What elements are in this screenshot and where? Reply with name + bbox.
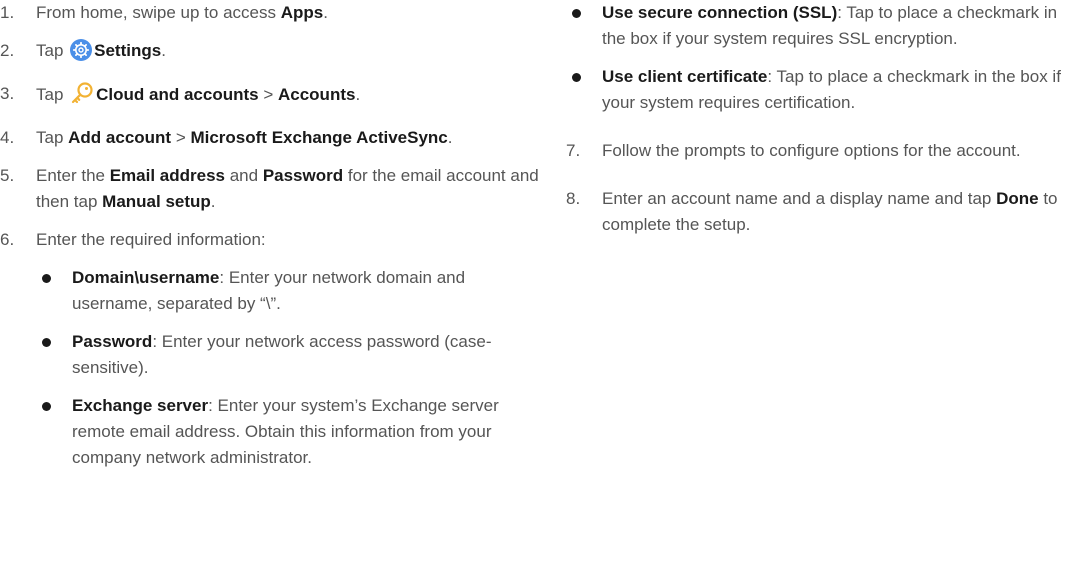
punct: . [355,85,361,104]
step-1: 1. From home, swipe up to access Apps. [0,0,540,26]
step-7: 7. Follow the prompts to configure optio… [566,138,1076,164]
step-2: 2. Tap Settings. [0,38,540,69]
punct: . [161,41,166,60]
list-item: Exchange server: Enter your system’s Exc… [36,393,540,471]
punct: . [447,128,453,147]
step-4: 4. Tap Add account > Microsoft Exchange … [0,125,540,151]
step-number: 6. [0,230,15,249]
add-account-label: Add account [68,128,172,147]
step-text: Follow the prompts to configure options … [602,141,1021,160]
step-text: Enter the [36,166,110,185]
list-item: Domain\username: Enter your network doma… [36,265,540,317]
step-number: 3. [0,84,15,103]
step-text: Tap [36,41,69,60]
exchange-activesync-label: Microsoft Exchange ActiveSync [190,128,448,147]
list-item: Use secure connection (SSL): Tap to plac… [566,0,1076,52]
step-text: and [225,166,263,185]
step-text: Tap [36,128,69,147]
step-text: Tap [36,85,69,104]
password-label: Password [262,166,344,185]
bullet-term: Password [72,332,153,351]
list-item: Use client certificate: Tap to place a c… [566,64,1076,116]
punct: . [210,192,216,211]
step-number: 1. [0,3,15,22]
left-column: 1. From home, swipe up to access Apps. 2… [0,0,540,483]
manual-setup-label: Manual setup [102,192,211,211]
key-icon [70,81,94,113]
email-address-label: Email address [109,166,225,185]
step-number: 7. [566,141,581,160]
settings-gear-icon [70,39,93,69]
step-number: 5. [0,166,15,185]
step-number: 8. [566,189,581,208]
bullet-term: Use client certificate [602,67,768,86]
separator: > [258,85,278,104]
bullet-dot [42,402,51,411]
step-3: 3. Tap Cloud and accounts > Accounts. [0,81,540,113]
list-item: Password: Enter your network access pass… [36,329,540,381]
step-8: 8. Enter an account name and a display n… [566,186,1076,238]
bullet-dot [42,338,51,347]
cloud-accounts-label: Cloud and accounts [96,85,259,104]
separator: > [171,128,191,147]
bullet-term: Use secure connection (SSL) [602,3,838,22]
bullet-dot [42,274,51,283]
step-text: From home, swipe up to access [36,3,281,22]
step-text: Enter the required information: [36,230,266,249]
done-label: Done [996,189,1039,208]
accounts-label: Accounts [277,85,356,104]
bullet-dot [572,73,581,82]
right-column: Use secure connection (SSL): Tap to plac… [566,0,1076,250]
bullet-term: Domain\username [72,268,220,287]
required-info-list: Domain\username: Enter your network doma… [36,265,540,471]
apps-label: Apps [280,3,324,22]
step-number: 4. [0,128,15,147]
bullet-term: Exchange server [72,396,209,415]
settings-label: Settings [94,41,162,60]
punct: . [323,3,328,22]
instructions-page: 1. From home, swipe up to access Apps. 2… [0,0,1087,581]
step-text: Enter an account name and a display name… [602,189,997,208]
step-number: 2. [0,41,15,60]
step-5: 5. Enter the Email address and Password … [0,163,540,215]
step-6: 6. Enter the required information: Domai… [0,227,540,471]
bullet-dot [572,9,581,18]
